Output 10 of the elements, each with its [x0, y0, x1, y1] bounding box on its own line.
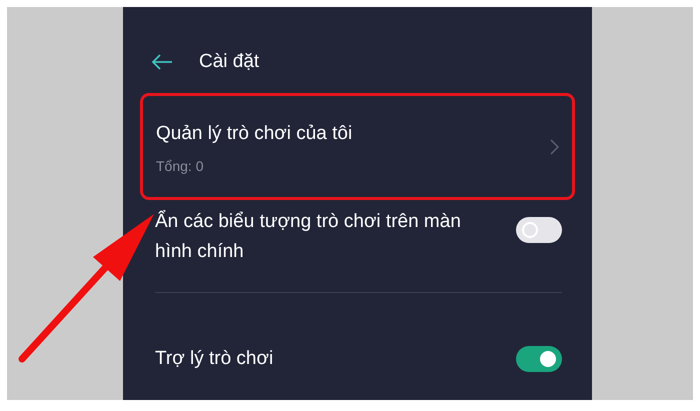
- back-icon[interactable]: [151, 54, 173, 70]
- screen-title: Cài đặt: [199, 51, 260, 73]
- highlight-frame[interactable]: Quản lý trò chơi của tôi Tổng: 0: [140, 93, 575, 200]
- setting-label: Trợ lý trò chơi: [155, 347, 274, 371]
- toggle-switch[interactable]: [516, 217, 562, 243]
- chevron-icon: [550, 138, 559, 154]
- setting-label: Ẩn các biểu tượng trò chơi trên màn hình chính: [155, 209, 462, 264]
- item-title: Quản lý trò chơi của tôi: [156, 122, 354, 146]
- item-subtitle: Tổng: 0: [156, 158, 204, 174]
- toggle-switch[interactable]: [516, 346, 562, 372]
